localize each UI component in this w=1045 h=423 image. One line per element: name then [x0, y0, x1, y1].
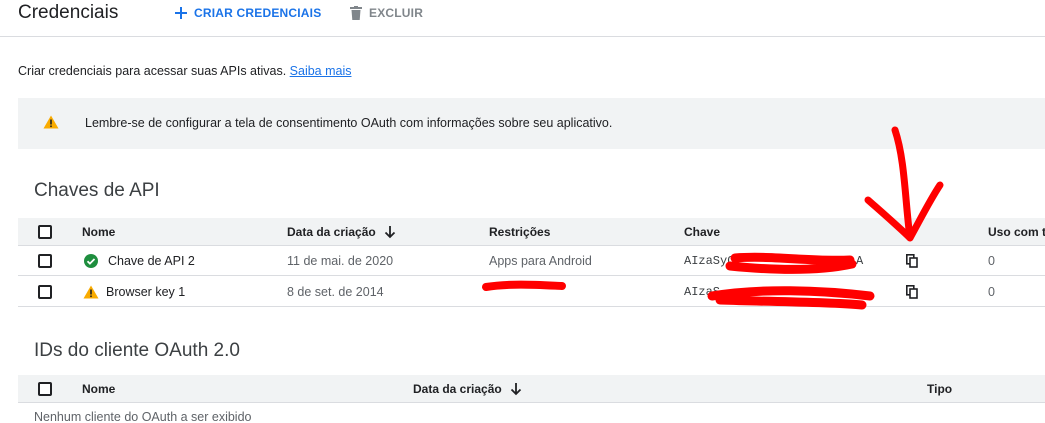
red-arrow-annotation	[864, 126, 944, 242]
redaction-scribble	[482, 280, 566, 291]
redaction-scribble	[725, 252, 857, 274]
red-annotation-overlay	[482, 126, 944, 310]
redaction-scribble	[707, 286, 875, 310]
